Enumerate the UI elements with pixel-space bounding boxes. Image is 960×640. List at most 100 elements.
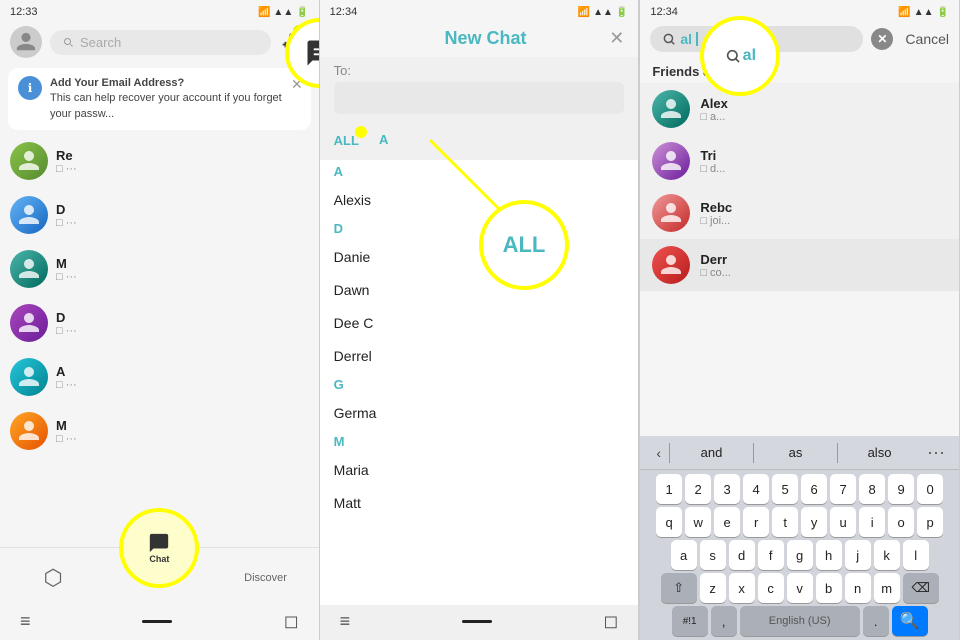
- key-z[interactable]: z: [700, 573, 726, 603]
- key-w[interactable]: w: [685, 507, 711, 537]
- filter-tab-a[interactable]: A: [379, 132, 388, 150]
- key-a[interactable]: a: [671, 540, 697, 570]
- contact-item[interactable]: Alexis: [320, 184, 639, 216]
- chat-item[interactable]: A □ ···: [0, 350, 319, 404]
- key-9[interactable]: 9: [888, 474, 914, 504]
- key-3[interactable]: 3: [714, 474, 740, 504]
- chat-item[interactable]: D □ ···: [0, 296, 319, 350]
- key-j[interactable]: j: [845, 540, 871, 570]
- cancel-button[interactable]: Cancel: [905, 31, 949, 47]
- friend-item[interactable]: Alex □ a...: [640, 83, 959, 135]
- nav-item-camera[interactable]: ⬡: [0, 565, 106, 591]
- contact-item[interactable]: Dee C: [320, 307, 639, 339]
- search-icon-1: [62, 36, 74, 48]
- key-space[interactable]: English (US): [740, 606, 860, 636]
- contact-section-a: A: [320, 160, 639, 183]
- key-h[interactable]: h: [816, 540, 842, 570]
- key-g[interactable]: g: [787, 540, 813, 570]
- friend-item[interactable]: Tri □ d...: [640, 135, 959, 187]
- compose-icon: [305, 38, 320, 68]
- chat-item[interactable]: D □ ···: [0, 188, 319, 242]
- key-m[interactable]: m: [874, 573, 900, 603]
- key-symbols[interactable]: #!1: [672, 606, 708, 636]
- notification-banner[interactable]: ℹ Add Your Email Address? This can help …: [8, 68, 311, 130]
- suggestion-as[interactable]: as: [754, 443, 837, 462]
- panel-3-content: 12:34 📶 ▲▲ 🔋 al ✕ Cancel: [640, 0, 960, 640]
- key-shift[interactable]: ⇧: [661, 573, 697, 603]
- key-i[interactable]: i: [859, 507, 885, 537]
- contact-item[interactable]: Dawn: [320, 274, 639, 306]
- nav-item-discover[interactable]: Discover: [212, 572, 318, 584]
- key-f[interactable]: f: [758, 540, 784, 570]
- contact-item[interactable]: Matt: [320, 487, 639, 519]
- friend-sub: □ co...: [700, 267, 731, 279]
- kb-row-bottom: #!1 , English (US) . 🔍: [642, 606, 957, 636]
- chat-item[interactable]: Re □ ···: [0, 134, 319, 188]
- key-q[interactable]: q: [656, 507, 682, 537]
- chat-item[interactable]: M □ ···: [0, 242, 319, 296]
- user-avatar[interactable]: [10, 26, 42, 58]
- key-r[interactable]: r: [743, 507, 769, 537]
- suggestion-also[interactable]: also: [838, 443, 921, 462]
- friend-info: Alex □ a...: [700, 96, 727, 123]
- key-b[interactable]: b: [816, 573, 842, 603]
- friend-item[interactable]: Rebc □ joi...: [640, 187, 959, 239]
- key-k[interactable]: k: [874, 540, 900, 570]
- key-4[interactable]: 4: [743, 474, 769, 504]
- search-highlight-circle: al: [700, 16, 780, 96]
- chat-avatar: [10, 412, 48, 450]
- friends-section-title: Friends & Groups: [640, 58, 959, 83]
- suggestion-and[interactable]: and: [670, 443, 753, 462]
- key-y[interactable]: y: [801, 507, 827, 537]
- wifi-icon-2: ▲▲: [593, 7, 613, 18]
- key-2[interactable]: 2: [685, 474, 711, 504]
- chat-item[interactable]: M □ ···: [0, 404, 319, 458]
- key-search[interactable]: 🔍: [892, 606, 928, 636]
- contact-item[interactable]: Derrel: [320, 340, 639, 372]
- key-n[interactable]: n: [845, 573, 871, 603]
- phone-back-icon[interactable]: ≡: [20, 611, 31, 632]
- status-icons-3: 📶 ▲▲ 🔋: [898, 7, 949, 18]
- key-d[interactable]: d: [729, 540, 755, 570]
- key-e[interactable]: e: [714, 507, 740, 537]
- key-7[interactable]: 7: [830, 474, 856, 504]
- key-5[interactable]: 5: [772, 474, 798, 504]
- all-filter-dot: [355, 126, 367, 138]
- friend-item[interactable]: Derr □ co...: [640, 239, 959, 291]
- more-suggestions-button[interactable]: ···: [921, 442, 951, 463]
- key-backspace[interactable]: ⌫: [903, 573, 939, 603]
- key-o[interactable]: o: [888, 507, 914, 537]
- key-s[interactable]: s: [700, 540, 726, 570]
- key-0[interactable]: 0: [917, 474, 943, 504]
- phone-recent-icon-2[interactable]: ◻: [603, 611, 618, 632]
- key-l[interactable]: l: [903, 540, 929, 570]
- notification-text: Add Your Email Address? This can help re…: [50, 76, 301, 122]
- contact-item[interactable]: Germa: [320, 397, 639, 429]
- phone-back-icon-2[interactable]: ≡: [340, 611, 351, 632]
- search-cursor: [696, 32, 698, 46]
- search-clear-button[interactable]: ✕: [871, 28, 893, 50]
- key-period[interactable]: .: [863, 606, 889, 636]
- phone-recent-icon[interactable]: ◻: [284, 611, 299, 632]
- close-panel2-button[interactable]: ✕: [609, 28, 624, 49]
- search-bar-1[interactable]: Search: [50, 30, 271, 55]
- filter-all-wrapper[interactable]: ALL: [334, 132, 359, 150]
- key-v[interactable]: v: [787, 573, 813, 603]
- key-c[interactable]: c: [758, 573, 784, 603]
- key-8[interactable]: 8: [859, 474, 885, 504]
- chat-info: M □ ···: [56, 418, 309, 445]
- key-1[interactable]: 1: [656, 474, 682, 504]
- key-u[interactable]: u: [830, 507, 856, 537]
- suggestion-back[interactable]: ‹: [648, 445, 669, 461]
- phone-home-indicator[interactable]: [142, 620, 172, 623]
- key-x[interactable]: x: [729, 573, 755, 603]
- chat-name: D: [56, 202, 309, 217]
- key-p[interactable]: p: [917, 507, 943, 537]
- panel-1-content: 12:33 📶 ▲▲ 🔋 Search: [0, 0, 320, 640]
- phone-home-indicator-2[interactable]: [462, 620, 492, 623]
- key-6[interactable]: 6: [801, 474, 827, 504]
- key-comma[interactable]: ,: [711, 606, 737, 636]
- to-input-field[interactable]: [334, 82, 625, 114]
- key-t[interactable]: t: [772, 507, 798, 537]
- contact-item[interactable]: Maria: [320, 454, 639, 486]
